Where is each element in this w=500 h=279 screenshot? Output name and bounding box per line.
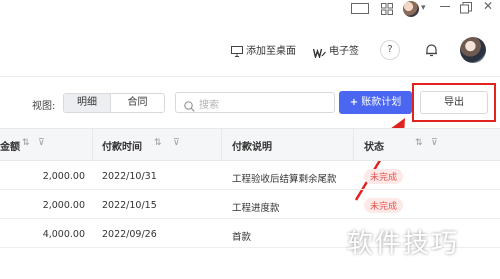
plus-icon: + — [349, 97, 359, 108]
date-cell: 2022/09/26 — [102, 229, 157, 240]
sort-icon[interactable]: ⇅ — [22, 138, 30, 148]
e-sign-icon — [312, 43, 326, 60]
header-divider — [0, 76, 500, 77]
column-divider — [221, 128, 222, 161]
date-cell: 2022/10/31 — [102, 171, 157, 182]
column-header-amount[interactable]: 金额 — [0, 138, 20, 153]
highlight-box — [412, 83, 496, 122]
date-cell: 2022/10/15 — [102, 200, 157, 211]
minimize-icon[interactable] — [440, 6, 450, 7]
search-icon — [184, 97, 195, 112]
amount-cell: 2,000.00 — [42, 171, 85, 182]
search-input[interactable]: 搜索 — [175, 92, 335, 113]
filter-icon[interactable]: ⊽ — [431, 138, 438, 148]
amount-cell: 2,000.00 — [42, 200, 85, 211]
user-avatar[interactable] — [460, 37, 486, 63]
sidebar-toggle-icon[interactable] — [351, 3, 369, 14]
status-badge: 未完成 — [364, 169, 404, 184]
status-badge: 未完成 — [364, 198, 404, 213]
column-header-description[interactable]: 付款说明 — [232, 138, 272, 153]
view-switcher: 明细 合同 — [63, 93, 165, 113]
bell-icon[interactable] — [425, 42, 438, 57]
table-row[interactable]: 2,000.00 2022/10/15 工程进度款 未完成 — [0, 190, 500, 219]
view-option-contract[interactable]: 合同 — [111, 94, 164, 112]
sort-icon[interactable]: ⇅ — [415, 138, 423, 148]
e-sign-button[interactable]: 电子签 — [329, 42, 359, 57]
table-row[interactable]: 2,000.00 2022/10/31 工程验收后结算剩余尾款 未完成 — [0, 161, 500, 190]
payment-plan-label: 账款计划 — [361, 97, 402, 108]
help-icon[interactable]: ? — [380, 40, 400, 60]
grid-apps-icon[interactable] — [381, 3, 393, 15]
amount-cell: 4,000.00 — [42, 229, 85, 240]
chevron-down-icon[interactable]: ▾ — [421, 2, 426, 14]
add-to-desktop-button[interactable]: 添加至桌面 — [246, 42, 296, 57]
search-placeholder: 搜索 — [199, 100, 219, 111]
watermark: 软件技巧 — [347, 229, 460, 259]
view-label: 视图: — [32, 101, 56, 112]
column-header-date[interactable]: 付款时间 — [102, 138, 142, 153]
restore-icon[interactable] — [460, 2, 472, 14]
description-cell: 首款 — [232, 232, 252, 243]
description-cell: 工程验收后结算剩余尾款 — [232, 174, 337, 185]
column-divider — [353, 128, 354, 161]
close-icon[interactable]: ✕ — [483, 0, 493, 12]
description-cell: 工程进度款 — [232, 203, 280, 214]
column-header-status[interactable]: 状态 — [364, 138, 384, 153]
view-option-detail[interactable]: 明细 — [64, 94, 111, 112]
column-divider — [92, 128, 93, 161]
filter-icon[interactable]: ⊽ — [173, 138, 180, 148]
user-avatar-small[interactable] — [403, 1, 419, 17]
payment-plan-button[interactable]: + 账款计划 — [339, 91, 412, 114]
monitor-icon — [231, 42, 243, 57]
sort-icon[interactable]: ⇅ — [154, 138, 162, 148]
filter-icon[interactable]: ⊽ — [38, 138, 45, 148]
